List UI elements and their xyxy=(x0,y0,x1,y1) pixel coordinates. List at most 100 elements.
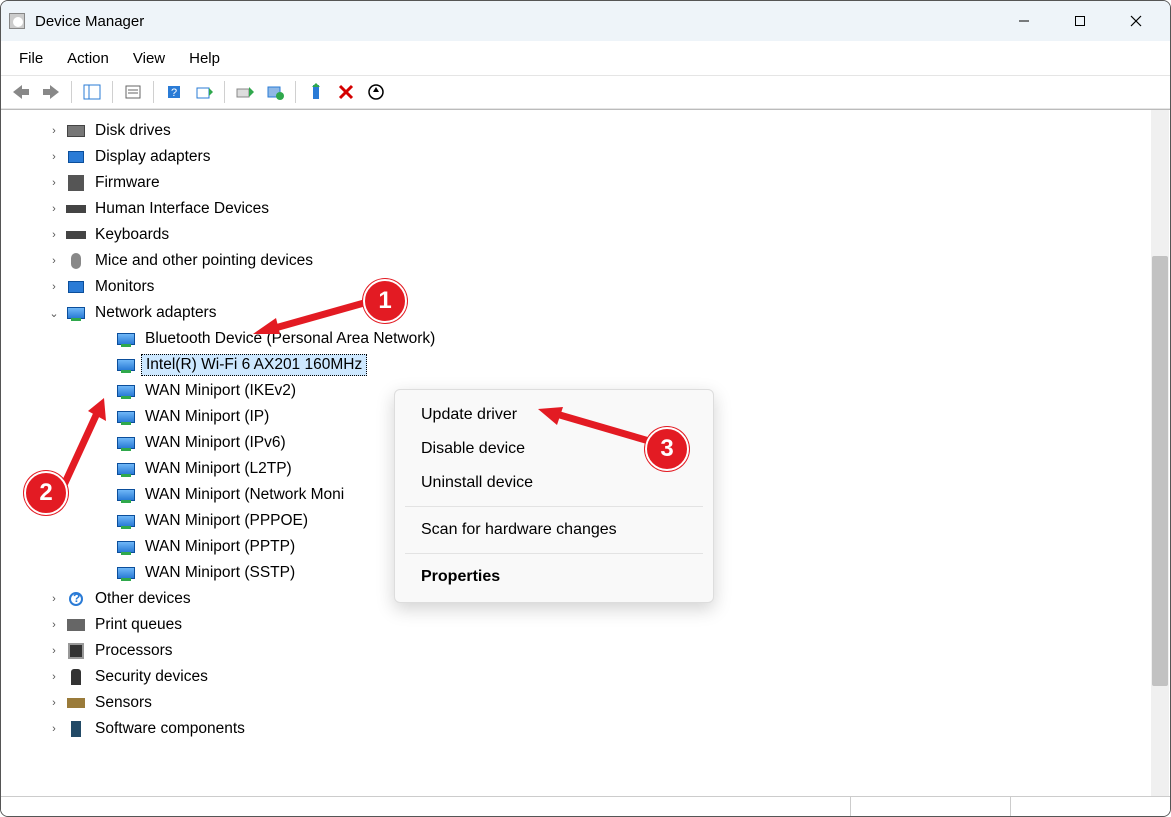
tree-item-label: Monitors xyxy=(91,277,158,297)
tree-category[interactable]: › Human Interface Devices xyxy=(17,196,1166,222)
tree-category[interactable]: › Keyboards xyxy=(17,222,1166,248)
context-menu: Update driver Disable device Uninstall d… xyxy=(394,389,714,603)
tree-item-label: Firmware xyxy=(91,173,164,193)
maximize-button[interactable] xyxy=(1052,1,1108,41)
properties-button[interactable] xyxy=(119,78,147,106)
net-icon xyxy=(115,567,137,579)
expander-icon[interactable]: › xyxy=(45,723,63,735)
tree-category[interactable]: › Monitors xyxy=(17,274,1166,300)
forward-button[interactable] xyxy=(37,78,65,106)
scan-button[interactable] xyxy=(190,78,218,106)
tree-category[interactable]: › Security devices xyxy=(17,664,1166,690)
tree-category[interactable]: › Firmware xyxy=(17,170,1166,196)
context-separator xyxy=(405,553,703,554)
tree-item-label: Security devices xyxy=(91,667,212,687)
status-segment xyxy=(850,797,1010,817)
annotation-badge-3: 3 xyxy=(645,427,689,471)
toolbar-separator xyxy=(112,81,113,103)
vertical-scrollbar[interactable] xyxy=(1151,110,1169,796)
net-icon xyxy=(115,489,137,501)
tree-category[interactable]: ›Software components xyxy=(17,716,1166,742)
sens-icon xyxy=(65,698,87,708)
show-hide-tree-button[interactable] xyxy=(78,78,106,106)
context-scan-hardware[interactable]: Scan for hardware changes xyxy=(395,513,713,547)
tree-item-label: Intel(R) Wi-Fi 6 AX201 160MHz xyxy=(141,354,367,376)
app-icon xyxy=(7,11,27,31)
tree-item-label: Other devices xyxy=(91,589,195,609)
mouse-icon xyxy=(65,253,87,269)
sec-icon xyxy=(65,669,87,685)
expander-icon[interactable]: › xyxy=(45,229,63,241)
disable-button[interactable] xyxy=(332,78,360,106)
printer-icon xyxy=(65,619,87,631)
net-icon xyxy=(115,359,137,371)
net-icon xyxy=(115,385,137,397)
help-button[interactable]: ? xyxy=(160,78,188,106)
menu-help[interactable]: Help xyxy=(177,46,232,71)
svg-text:?: ? xyxy=(171,87,177,99)
toolbar-separator xyxy=(71,81,72,103)
expander-icon[interactable]: › xyxy=(45,125,63,137)
expander-icon[interactable]: › xyxy=(45,645,63,657)
toolbar: ? xyxy=(1,75,1170,109)
expander-icon[interactable]: › xyxy=(45,151,63,163)
toolbar-separator xyxy=(224,81,225,103)
tree-category[interactable]: ›Mice and other pointing devices xyxy=(17,248,1166,274)
statusbar xyxy=(1,796,1170,817)
expander-icon[interactable]: ⌄ xyxy=(45,307,63,320)
titlebar: Device Manager xyxy=(1,1,1170,41)
enable-button[interactable] xyxy=(302,78,330,106)
menu-file[interactable]: File xyxy=(7,46,55,71)
update-driver-button[interactable] xyxy=(231,78,259,106)
toolbar-separator xyxy=(295,81,296,103)
window-controls xyxy=(996,1,1164,41)
uninstall-button[interactable] xyxy=(261,78,289,106)
scroll-thumb[interactable] xyxy=(1152,256,1168,686)
toolbar-separator xyxy=(153,81,154,103)
status-segment xyxy=(1010,797,1170,817)
tree-item-label: WAN Miniport (IKEv2) xyxy=(141,381,300,401)
expander-icon[interactable]: › xyxy=(45,177,63,189)
back-button[interactable] xyxy=(7,78,35,106)
tree-item-label: Processors xyxy=(91,641,177,661)
net-icon xyxy=(65,307,87,319)
menu-view[interactable]: View xyxy=(121,46,177,71)
minimize-button[interactable] xyxy=(996,1,1052,41)
tree-item-label: WAN Miniport (Network Moni xyxy=(141,485,348,505)
tree-category[interactable]: ›Display adapters xyxy=(17,144,1166,170)
context-properties[interactable]: Properties xyxy=(395,560,713,594)
scan-hardware-button[interactable] xyxy=(362,78,390,106)
tree-item-label: Print queues xyxy=(91,615,186,635)
tree-category[interactable]: › Disk drives xyxy=(17,118,1166,144)
expander-icon[interactable]: › xyxy=(45,593,63,605)
tree-category[interactable]: › Processors xyxy=(17,638,1166,664)
menu-action[interactable]: Action xyxy=(55,46,121,71)
expander-icon[interactable]: › xyxy=(45,619,63,631)
expander-icon[interactable]: › xyxy=(45,203,63,215)
tree-item-label: WAN Miniport (IPv6) xyxy=(141,433,290,453)
tree-item-label: WAN Miniport (SSTP) xyxy=(141,563,299,583)
expander-icon[interactable]: › xyxy=(45,255,63,267)
net-icon xyxy=(115,437,137,449)
expander-icon[interactable]: › xyxy=(45,697,63,709)
expander-icon[interactable]: › xyxy=(45,281,63,293)
tree-item-label: Keyboards xyxy=(91,225,173,245)
key-icon xyxy=(65,205,87,213)
tree-item-network-adapter[interactable]: Intel(R) Wi-Fi 6 AX201 160MHz xyxy=(17,352,1166,378)
mon-icon xyxy=(65,281,87,293)
other-icon xyxy=(65,592,87,606)
soft-icon xyxy=(65,721,87,737)
annotation-badge-2: 2 xyxy=(24,471,68,515)
tree-item-label: Disk drives xyxy=(91,121,175,141)
net-icon xyxy=(115,411,137,423)
tree-category[interactable]: ›Sensors xyxy=(17,690,1166,716)
tree-category-network-adapters[interactable]: ⌄Network adapters xyxy=(17,300,1166,326)
tree-item-label: WAN Miniport (L2TP) xyxy=(141,459,296,479)
tree-item-network-adapter[interactable]: Bluetooth Device (Personal Area Network) xyxy=(17,326,1166,352)
close-button[interactable] xyxy=(1108,1,1164,41)
tree-category[interactable]: › Print queues xyxy=(17,612,1166,638)
tree-item-label: Human Interface Devices xyxy=(91,199,273,219)
context-uninstall-device[interactable]: Uninstall device xyxy=(395,466,713,500)
expander-icon[interactable]: › xyxy=(45,671,63,683)
chip-icon xyxy=(65,643,87,659)
